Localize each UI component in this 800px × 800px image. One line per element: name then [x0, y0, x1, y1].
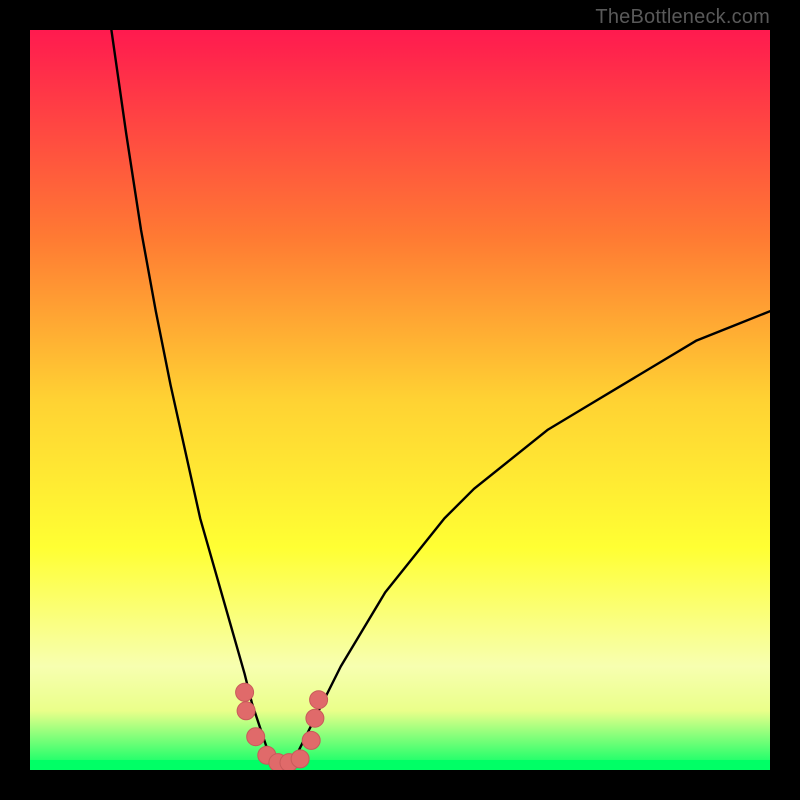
- sweet-spot-marker: [306, 709, 324, 727]
- chart-svg: [30, 30, 770, 770]
- sweet-spot-marker: [291, 750, 309, 768]
- chart-bottom-green-band: [30, 760, 770, 770]
- sweet-spot-marker: [310, 691, 328, 709]
- sweet-spot-marker: [236, 683, 254, 701]
- sweet-spot-marker: [237, 702, 255, 720]
- sweet-spot-marker: [302, 731, 320, 749]
- sweet-spot-marker: [247, 728, 265, 746]
- chart-background-gradient: [30, 30, 770, 770]
- chart-frame: [30, 30, 770, 770]
- watermark-text: TheBottleneck.com: [595, 6, 770, 29]
